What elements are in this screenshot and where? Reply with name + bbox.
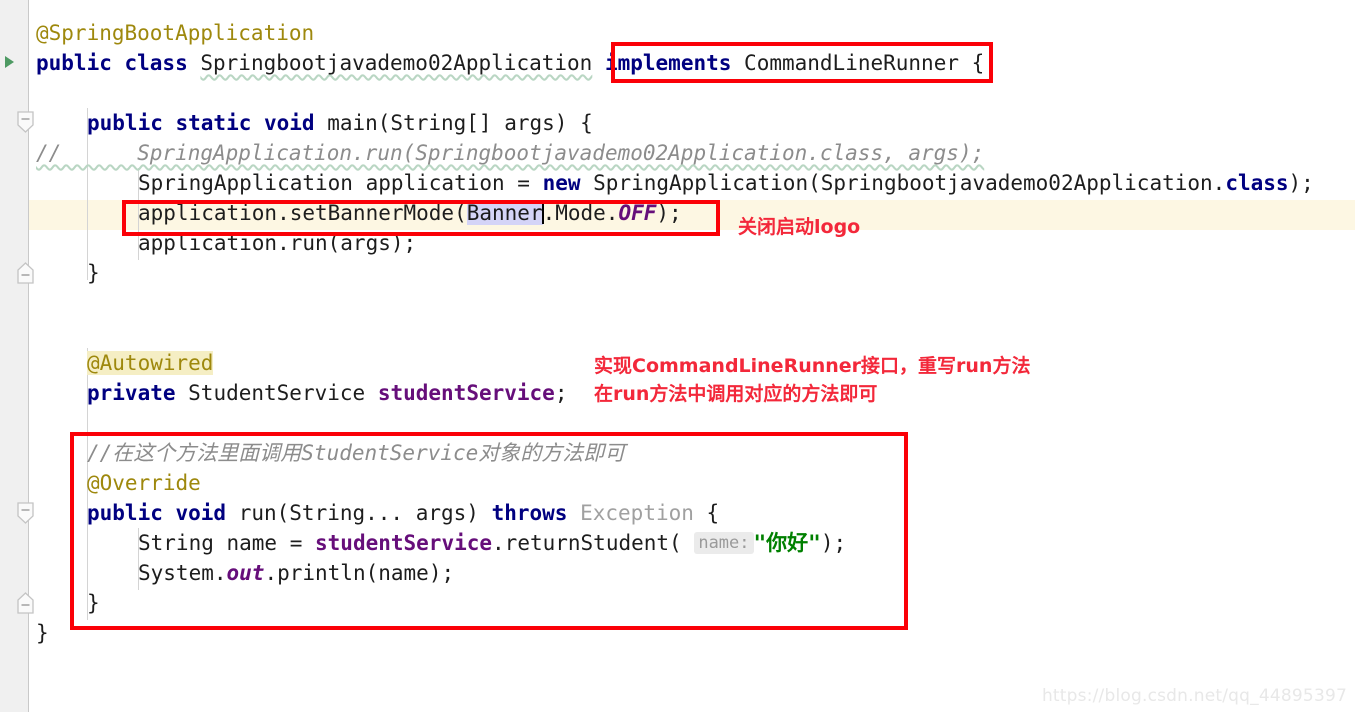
stmt-end-5: );: [1288, 171, 1314, 195]
kw-public-void: public void: [87, 501, 239, 525]
fold-open-glyph: [17, 111, 34, 133]
run-signature: run(String... args): [238, 501, 492, 525]
commented-springapplication-run: // SpringApplication.run(Springbootjavad…: [36, 141, 985, 165]
type-exception: Exception: [580, 501, 694, 525]
kw-new: new: [542, 171, 594, 195]
kw-class-literal: class: [1225, 171, 1289, 195]
stmt-end-10: ;: [554, 381, 568, 405]
kw-throws: throws: [491, 501, 581, 525]
fold-open-glyph-2: [17, 502, 34, 524]
code-line-15[interactable]: System.out.println(name);: [138, 558, 454, 588]
kw-implements: implements: [604, 51, 745, 75]
code-line-17[interactable]: }: [36, 618, 49, 648]
fold-close-glyph: [17, 262, 34, 284]
code-line-3[interactable]: public static void main(String[] args) {: [87, 108, 593, 138]
class-name-springbootjavademo02application: Springbootjavademo02Application: [200, 51, 593, 75]
brace-close-run: }: [87, 591, 100, 615]
space-before-implements: [592, 51, 605, 75]
selected-token-banner[interactable]: Banner: [466, 201, 543, 225]
system-prefix: System.: [138, 561, 227, 585]
type-commandlinerunner: CommandLineRunner: [744, 51, 959, 75]
setbannermode-call: application.setBannerMode(: [138, 201, 467, 225]
code-line-7[interactable]: application.run(args);: [138, 228, 416, 258]
fold-close-glyph-2: [17, 592, 34, 614]
code-line-5[interactable]: SpringApplication application = new Spri…: [138, 168, 1314, 198]
stmt-end-14: );: [820, 531, 847, 555]
code-line-4-comment[interactable]: // SpringApplication.run(Springbootjavad…: [36, 138, 984, 168]
kw-private: private: [87, 381, 189, 405]
code-line-12[interactable]: @Override: [87, 468, 201, 498]
println-call: .println(name);: [264, 561, 455, 585]
static-field-out: out: [226, 561, 265, 585]
application-run-call: application.run(args);: [138, 231, 417, 255]
type-studentservice: StudentService: [188, 381, 378, 405]
springapplication-ctor: SpringApplication(Springbootjavademo02Ap…: [593, 171, 1226, 195]
note-implement-runner: 实现CommandLineRunner接口，重写run方法: [594, 355, 1031, 377]
code-line-1[interactable]: @SpringBootApplication: [36, 18, 314, 48]
note-call-in-run: 在run方法中调用对应的方法即可: [594, 383, 878, 405]
brace-close-class: }: [36, 621, 49, 645]
code-editor[interactable]: @SpringBootApplication public class Spri…: [0, 0, 1355, 712]
field-studentservice: studentService: [377, 381, 555, 405]
main-signature: main(String[] args) {: [327, 111, 593, 135]
code-line-2[interactable]: public class Springbootjavademo02Applica…: [36, 48, 984, 78]
annotation-autowired: @Autowired: [87, 351, 214, 375]
fold-marker-open-icon[interactable]: [17, 111, 34, 133]
code-line-6[interactable]: application.setBannerMode(Banner.Mode.OF…: [138, 198, 682, 228]
brace-open-run: {: [693, 501, 720, 525]
comment-call-studentservice: //在这个方法里面调用StudentService对象的方法即可: [87, 441, 626, 465]
note-close-banner-logo: 关闭启动logo: [738, 216, 861, 238]
watermark-blog-url: https://blog.csdn.net/qq_44895397: [1041, 686, 1347, 706]
parameter-hint-name: name:: [694, 532, 754, 554]
code-line-16[interactable]: }: [87, 588, 100, 618]
annotation-override: @Override: [87, 471, 201, 495]
fold-marker-close-icon[interactable]: [17, 262, 34, 284]
springapplication-decl: SpringApplication application =: [138, 171, 543, 195]
string-name-decl: String name =: [138, 531, 316, 555]
run-gutter-icon[interactable]: [5, 56, 14, 68]
code-line-11-comment[interactable]: //在这个方法里面调用StudentService对象的方法即可: [87, 438, 625, 468]
returnstudent-call: .returnStudent(: [492, 531, 695, 555]
brace-open-class: {: [958, 51, 985, 75]
fold-marker-close-icon-2[interactable]: [17, 592, 34, 614]
code-line-10[interactable]: private StudentService studentService;: [87, 378, 567, 408]
code-line-14[interactable]: String name = studentService.returnStude…: [138, 528, 846, 558]
kw-public-class: public class: [36, 51, 201, 75]
annotation-springbootapplication: @SpringBootApplication: [36, 21, 315, 45]
stmt-end-6: );: [656, 201, 682, 225]
mode-accessor: .Mode.: [542, 201, 619, 225]
string-literal-nihao: "你好": [753, 531, 821, 555]
code-line-8[interactable]: }: [87, 258, 100, 288]
brace-close-main: }: [87, 261, 100, 285]
code-line-13[interactable]: public void run(String... args) throws E…: [87, 498, 719, 528]
kw-public-static-void: public static void: [87, 111, 328, 135]
code-line-9[interactable]: @Autowired: [87, 348, 214, 378]
enum-const-off: OFF: [618, 201, 657, 225]
ref-studentservice: studentService: [315, 531, 493, 555]
fold-marker-open-icon-2[interactable]: [17, 502, 34, 524]
